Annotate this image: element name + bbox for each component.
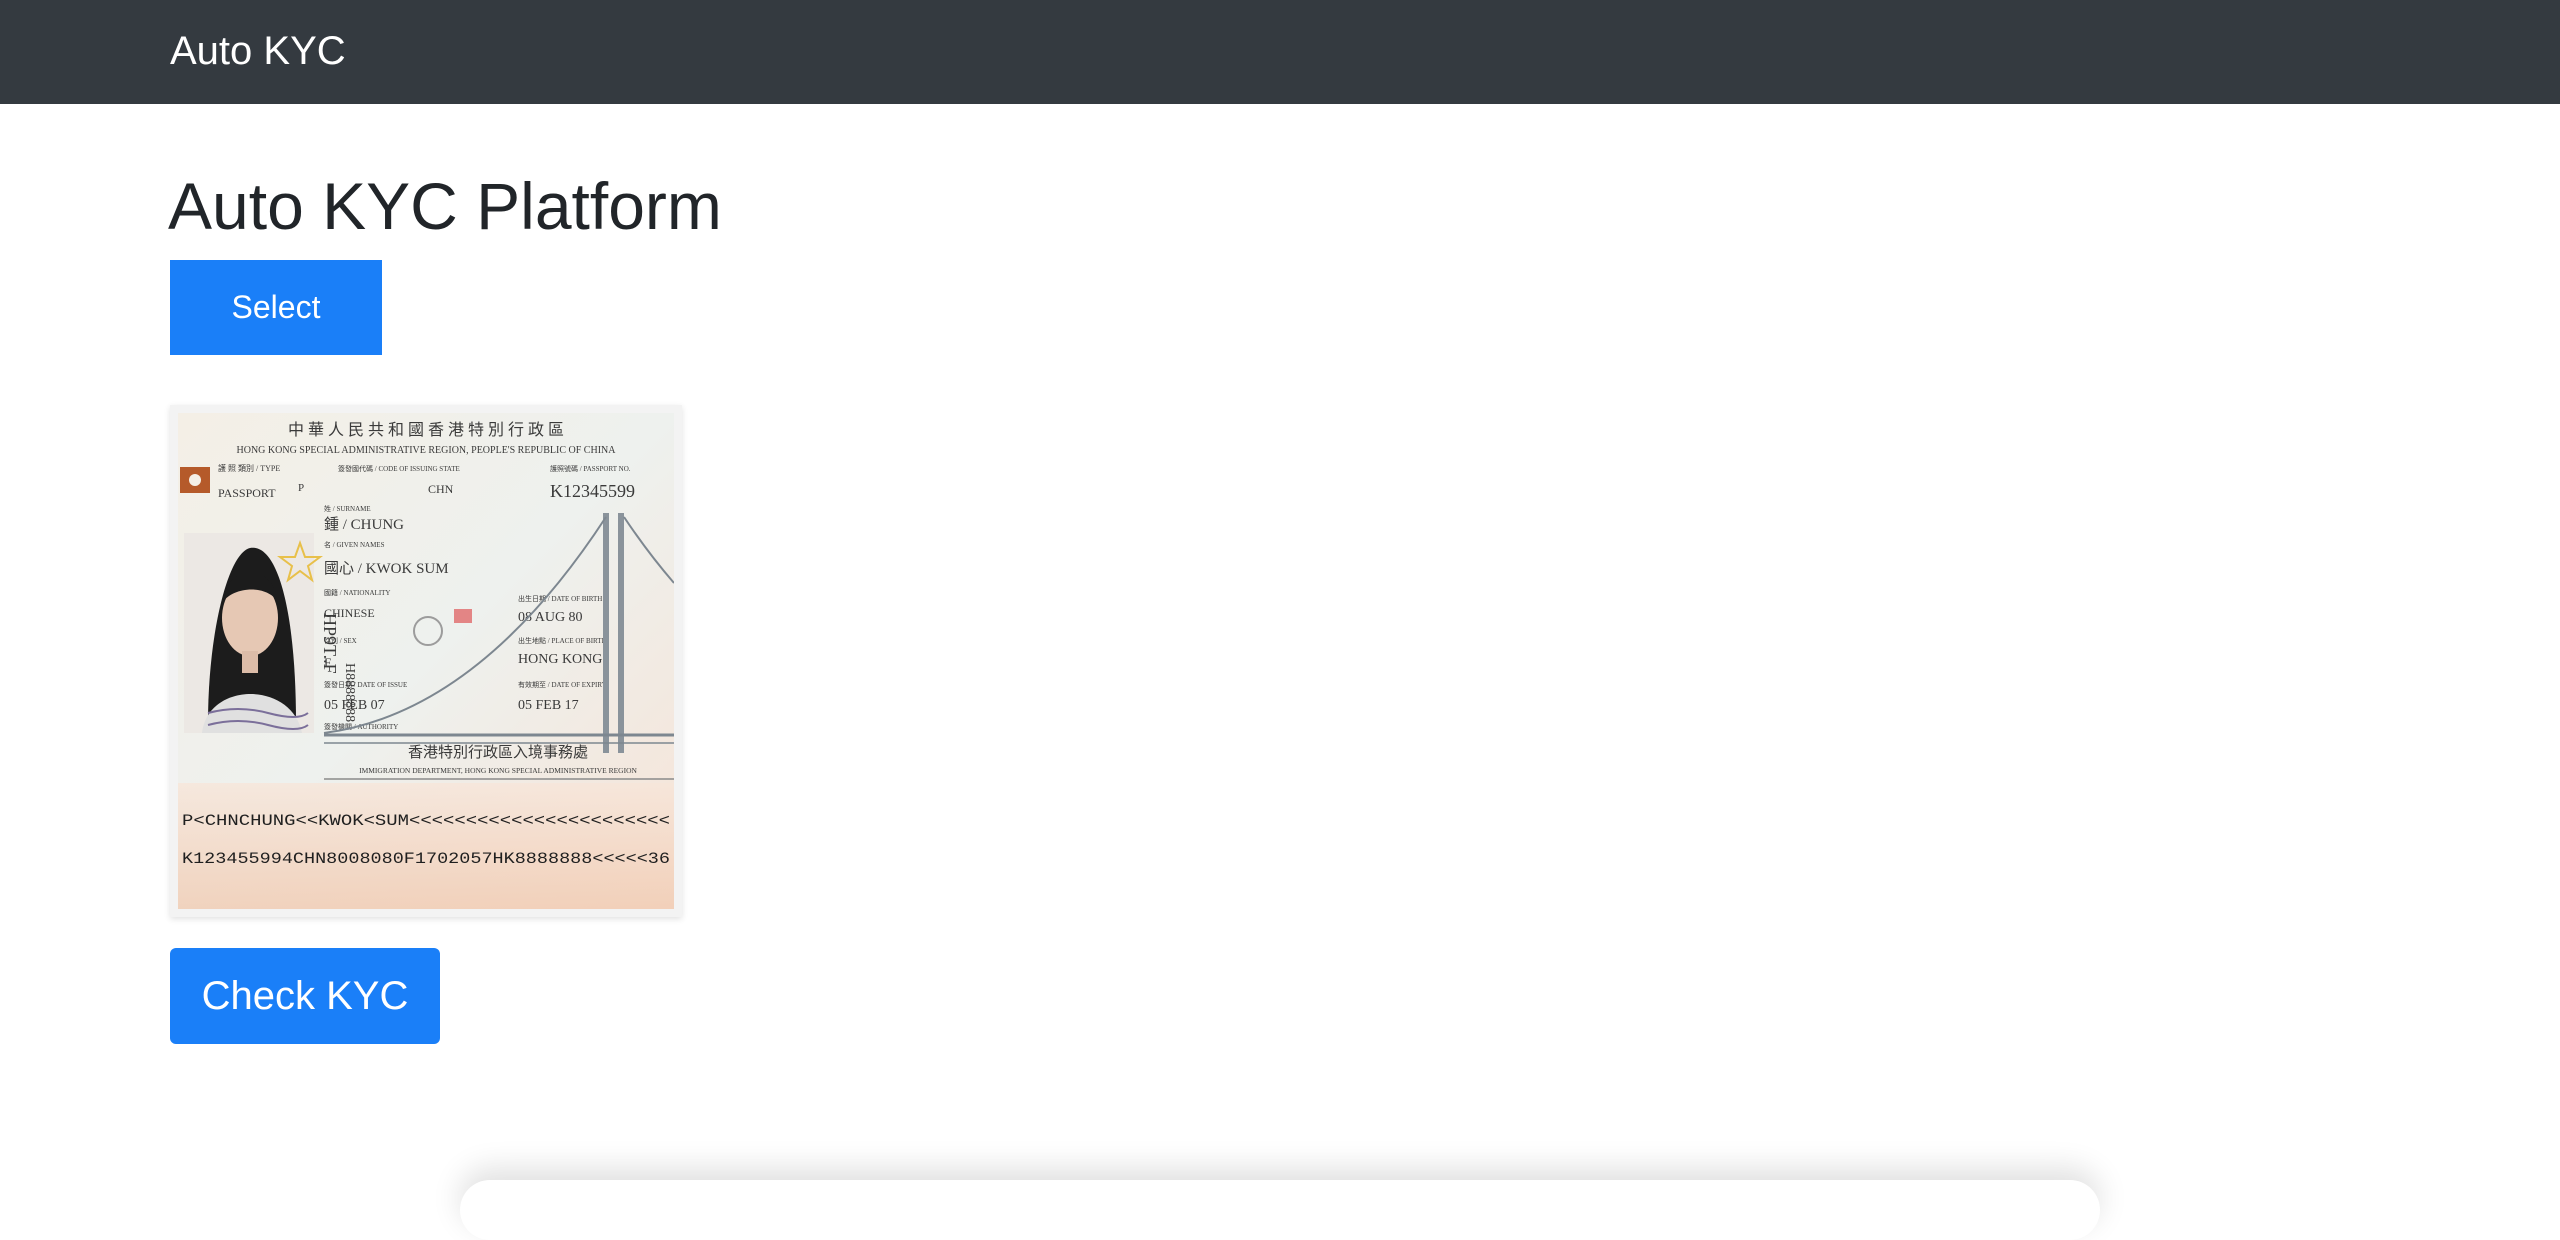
portrait-photo — [184, 533, 314, 733]
mrz-line-2: K123455994CHN8008080F1702057HK8888888<<<… — [182, 850, 670, 868]
issue-date: 05 FEB 07 — [324, 698, 385, 713]
doc-type: PASSPORT — [218, 486, 276, 500]
bottom-panel — [460, 1180, 2100, 1240]
issue-label: 簽發日期 / DATE OF ISSUE — [324, 680, 407, 689]
authority-en: IMMIGRATION DEPARTMENT, HONG KONG SPECIA… — [359, 766, 637, 775]
passport-preview: 中 華 人 民 共 和 國 香 港 特 別 行 政 區 HONG KONG SP… — [170, 405, 682, 917]
pob-label: 出生地點 / PLACE OF BIRTH — [518, 636, 607, 645]
dob-label: 出生日期 / DATE OF BIRTH — [518, 594, 602, 603]
navbar: Auto KYC — [0, 0, 2560, 104]
navbar-brand[interactable]: Auto KYC — [170, 26, 346, 76]
number-label: 護照號碼 / PASSPORT NO. — [550, 464, 631, 473]
surname: 鍾 / CHUNG — [324, 516, 404, 533]
given-names: 國心 / KWOK SUM — [324, 560, 449, 577]
sex: F — [324, 655, 331, 670]
passport-number: K12345599 — [550, 481, 635, 501]
side-number: H8888888 — [342, 663, 357, 722]
passport-image: 中 華 人 民 共 和 國 香 港 特 別 行 政 區 HONG KONG SP… — [178, 413, 674, 909]
authority-cn: 香港特別行政區入境事務處 — [408, 743, 588, 761]
surname-label: 姓 / SURNAME — [324, 504, 371, 513]
passport-header-cn: 中 華 人 民 共 和 國 香 港 特 別 行 政 區 — [288, 421, 564, 439]
nationality-label: 國籍 / NATIONALITY — [324, 588, 391, 597]
state-value: CHN — [428, 482, 454, 496]
given-label: 名 / GIVEN NAMES — [324, 540, 385, 549]
page-title: Auto KYC Platform — [168, 169, 722, 243]
nationality: CHINESE — [324, 606, 375, 620]
sex-label: 性別 / SEX — [324, 636, 357, 645]
select-button[interactable]: Select — [170, 260, 382, 355]
mrz-line-1: P<CHNCHUNG<<KWOK<SUM<<<<<<<<<<<<<<<<<<<<… — [182, 812, 670, 830]
expiry-label: 有效期至 / DATE OF EXPIRY — [518, 680, 607, 689]
pob: HONG KONG — [518, 652, 602, 667]
passport-header-en: HONG KONG SPECIAL ADMINISTRATIVE REGION,… — [237, 445, 617, 456]
type-value: P — [298, 482, 304, 494]
check-kyc-button[interactable]: Check KYC — [170, 948, 440, 1044]
expiry-date: 05 FEB 17 — [518, 698, 579, 713]
type-label: 護 照 類別 / TYPE — [218, 463, 280, 473]
state-label: 簽發國代碼 / CODE OF ISSUING STATE — [338, 464, 460, 473]
